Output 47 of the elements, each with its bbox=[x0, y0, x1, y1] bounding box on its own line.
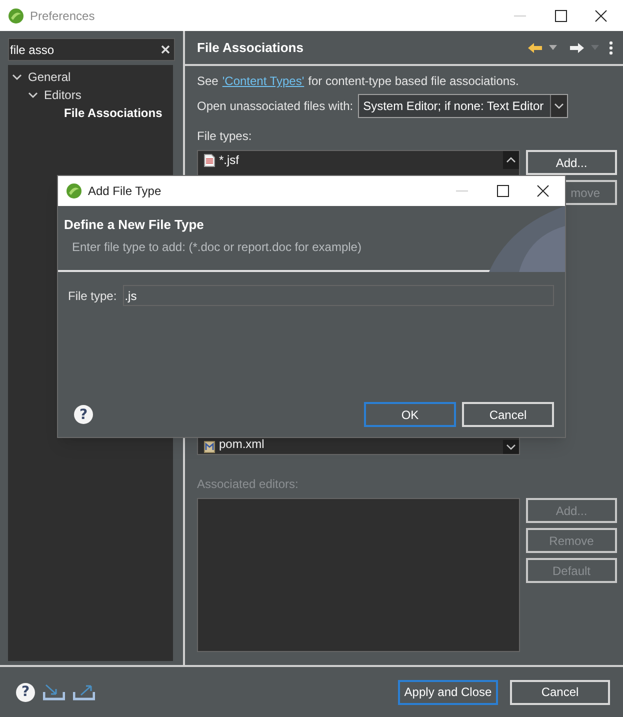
editor-dropdown[interactable]: System Editor; if none: Text Editor bbox=[358, 94, 568, 118]
dropdown-caret-icon[interactable] bbox=[549, 45, 557, 50]
file-type-item[interactable]: *.jsf bbox=[219, 151, 240, 169]
search-field[interactable]: file asso bbox=[8, 38, 175, 61]
cancel-button[interactable]: Cancel bbox=[510, 680, 610, 704]
close-icon[interactable] bbox=[537, 185, 549, 197]
content-types-link[interactable]: 'Content Types' bbox=[222, 72, 304, 90]
intro-text: for content-type based file associations. bbox=[308, 73, 519, 90]
app-logo-icon bbox=[66, 183, 82, 199]
dialog-title: Add File Type bbox=[88, 183, 162, 200]
dropdown-arrow-icon[interactable] bbox=[550, 95, 567, 117]
chevron-icon[interactable] bbox=[28, 90, 38, 100]
section-label: File types: bbox=[197, 128, 253, 145]
section-label: Associated editors: bbox=[197, 476, 300, 493]
help-icon[interactable]: ? bbox=[16, 682, 35, 702]
page-title: File Associations bbox=[197, 38, 304, 57]
tree-item[interactable]: File Associations bbox=[64, 104, 162, 122]
more-options-icon[interactable] bbox=[609, 40, 613, 54]
add-button[interactable]: Add... bbox=[526, 150, 617, 175]
tree-item[interactable]: Editors bbox=[44, 86, 82, 104]
scroll-up-icon[interactable] bbox=[503, 151, 519, 169]
file-type-input[interactable]: .js bbox=[122, 285, 554, 306]
file-icon bbox=[204, 154, 215, 166]
import-icon[interactable] bbox=[43, 683, 65, 701]
tree-item[interactable]: General bbox=[28, 68, 71, 86]
cancel-button[interactable]: Cancel bbox=[462, 402, 554, 427]
scroll-down-icon[interactable] bbox=[503, 440, 519, 454]
dialog-heading: Define a New File Type bbox=[64, 216, 205, 233]
close-icon[interactable] bbox=[595, 10, 607, 22]
chevron-icon[interactable] bbox=[12, 72, 22, 82]
file-type-item[interactable]: pom.xml bbox=[219, 435, 264, 453]
forward-arrow-icon[interactable] bbox=[569, 42, 585, 54]
help-icon[interactable]: ? bbox=[74, 405, 93, 424]
intro-text: See bbox=[197, 73, 218, 90]
ok-button[interactable]: OK bbox=[364, 402, 456, 427]
app-logo-icon bbox=[8, 8, 24, 24]
dialog-message: Enter file type to add: (*.doc or report.doc for example) bbox=[72, 239, 362, 256]
back-arrow-icon[interactable] bbox=[527, 42, 543, 54]
field-label: File type: bbox=[68, 288, 117, 304]
field-label: Open unassociated files with: bbox=[197, 98, 354, 115]
apply-and-close-button[interactable]: Apply and Close bbox=[398, 680, 498, 704]
window-title: Preferences bbox=[30, 8, 96, 24]
file-icon bbox=[204, 441, 215, 453]
clear-icon[interactable] bbox=[161, 45, 170, 54]
maximize-icon[interactable] bbox=[555, 10, 567, 22]
maximize-icon[interactable] bbox=[497, 185, 509, 197]
export-icon[interactable] bbox=[73, 683, 95, 701]
